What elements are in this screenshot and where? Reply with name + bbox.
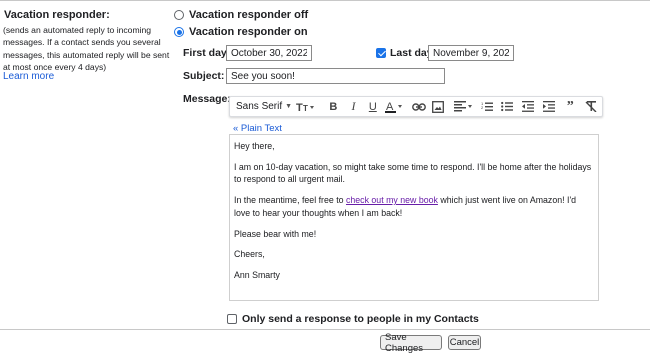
save-changes-button[interactable]: Save Changes [380,332,442,354]
svg-text:T: T [296,102,303,113]
numbered-list-icon[interactable]: 12 [477,98,496,116]
message-editor[interactable]: Hey there, I am on 10-day vacation, so m… [229,134,599,301]
book-link[interactable]: check out my new book [346,195,438,205]
contacts-only-checkbox[interactable] [227,314,237,324]
font-family-select[interactable]: Sans Serif ▼ [236,98,294,116]
message-greeting: Hey there, [234,141,275,151]
underline-icon[interactable]: U [363,98,382,116]
last-day-input[interactable] [428,45,514,61]
remove-formatting-icon[interactable] [581,98,602,116]
italic-icon[interactable]: I [344,98,363,116]
link-icon[interactable] [409,98,428,116]
message-paragraph: In the meantime, feel free to check out … [234,195,577,218]
subject-input[interactable] [226,68,445,84]
quote-icon[interactable]: ” [560,98,581,116]
message-signature: Ann Smarty [234,270,280,281]
bold-icon[interactable]: B [323,98,344,116]
responder-off-option[interactable]: Vacation responder off [174,9,308,21]
message-paragraph: Please bear with me! [234,228,317,239]
first-day-label: First day: [183,47,231,59]
message-label: Message: [183,93,231,105]
font-size-icon[interactable]: TT [294,98,317,116]
responder-off-label: Vacation responder off [189,9,309,21]
formatting-toolbar: Sans Serif ▼ TT B I U A 12 ” [229,96,603,117]
setting-description: (sends an automated reply to incoming me… [3,25,170,72]
cancel-button[interactable]: Cancel [448,335,481,350]
svg-text:T: T [303,104,308,113]
font-family-value: Sans Serif [236,101,283,112]
learn-more-link[interactable]: Learn more [3,71,54,82]
plain-text-link[interactable]: « Plain Text [233,123,282,134]
top-divider [0,0,650,1]
contacts-only-option[interactable]: Only send a response to people in my Con… [227,313,479,325]
bottom-divider [0,329,650,330]
responder-on-radio[interactable] [174,27,184,37]
svg-text:2: 2 [481,105,484,110]
subject-label: Subject: [183,70,225,82]
text-color-icon[interactable]: A [382,98,405,116]
chevron-down-icon: ▼ [285,103,293,110]
contacts-only-label: Only send a response to people in my Con… [242,313,479,325]
indent-less-icon[interactable] [517,98,538,116]
image-icon[interactable] [429,98,448,116]
responder-on-label: Vacation responder on [189,26,308,38]
responder-on-option[interactable]: Vacation responder on [174,26,308,38]
first-day-input[interactable] [226,45,312,61]
message-paragraph: I am on 10-day vacation, so might take s… [234,161,592,185]
responder-off-radio[interactable] [174,10,184,20]
align-icon[interactable] [452,98,477,116]
setting-title: Vacation responder: [4,9,110,21]
message-closing: Cheers, [234,249,265,260]
bulleted-list-icon[interactable] [496,98,517,116]
indent-more-icon[interactable] [539,98,560,116]
last-day-checkbox[interactable] [376,48,386,58]
